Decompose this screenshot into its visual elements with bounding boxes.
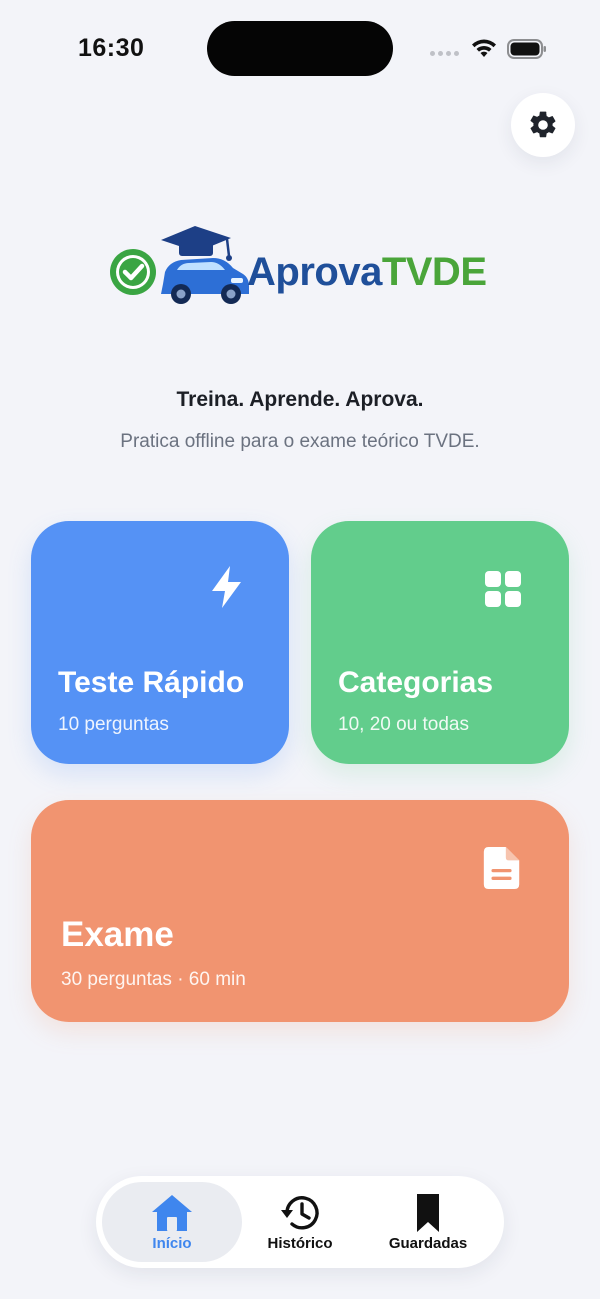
page-tagline: Treina. Aprende. Aprova. xyxy=(176,388,424,411)
card-subtitle: 10, 20 ou todas xyxy=(338,714,469,735)
card-subtitle: 30 perguntas · 60 min xyxy=(61,969,246,990)
status-time: 16:30 xyxy=(78,34,145,62)
grid-icon xyxy=(485,571,521,607)
card-title: Categorias xyxy=(338,666,494,699)
tab-saved[interactable]: Guardadas xyxy=(358,1182,498,1262)
page-subtitle: Pratica offline para o exame teórico TVD… xyxy=(120,431,480,452)
dynamic-island xyxy=(207,21,393,76)
card-subtitle: 10 perguntas xyxy=(58,714,169,735)
tab-label: Guardadas xyxy=(388,1235,468,1252)
card-title: Exame xyxy=(61,915,174,954)
document-icon xyxy=(483,846,520,890)
checkmark-icon xyxy=(110,249,156,295)
card-title: Teste Rápido xyxy=(58,666,245,699)
battery-icon xyxy=(507,39,546,59)
tab-bar: Início Histórico Guardadas xyxy=(96,1176,504,1268)
home-icon xyxy=(152,1195,192,1231)
bookmark-icon xyxy=(417,1194,439,1232)
tab-home[interactable]: Início xyxy=(102,1182,242,1262)
settings-button[interactable] xyxy=(511,93,575,157)
history-icon xyxy=(281,1196,319,1230)
app-logo: AprovaTVDE xyxy=(105,220,505,312)
logo-wordmark: AprovaTVDE xyxy=(247,250,487,294)
car-icon xyxy=(161,226,249,304)
wifi-icon xyxy=(472,39,496,57)
status-bar: 16:30 xyxy=(0,0,600,96)
cellular-signal-icon xyxy=(430,51,460,57)
tab-label: Início xyxy=(152,1235,192,1252)
tab-history[interactable]: Histórico xyxy=(242,1182,358,1262)
gear-icon xyxy=(530,111,556,138)
tab-label: Histórico xyxy=(267,1235,333,1252)
categories-card[interactable]: Categorias 10, 20 ou todas xyxy=(311,521,569,764)
bolt-icon xyxy=(212,566,241,608)
quick-test-card[interactable]: Teste Rápido 10 perguntas xyxy=(31,521,289,764)
exam-card[interactable]: Exame 30 perguntas · 60 min xyxy=(31,800,569,1022)
